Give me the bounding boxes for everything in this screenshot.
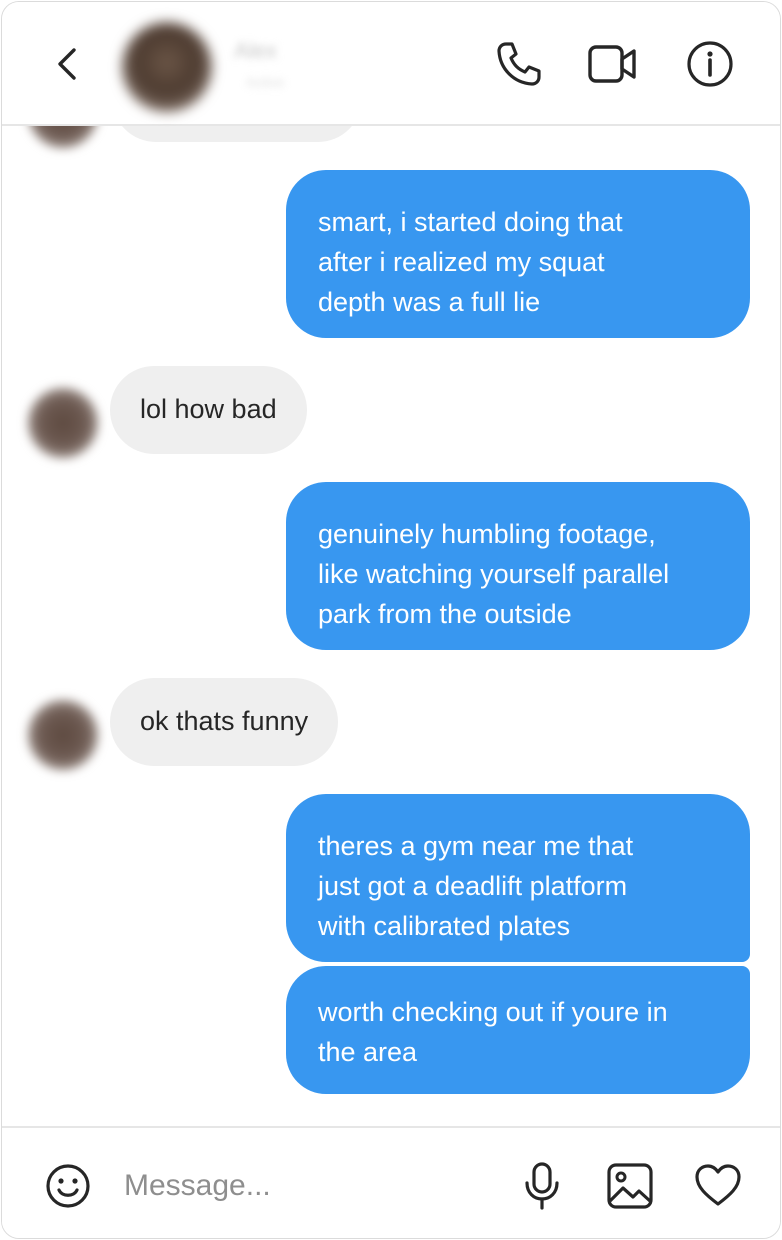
back-button[interactable]: [48, 42, 88, 86]
outgoing-message-bubble[interactable]: theres a gym near me that just got a dea…: [286, 794, 750, 962]
phone-icon: [497, 42, 541, 86]
image-icon: [607, 1163, 653, 1209]
chat-header: Alex Active: [2, 2, 780, 126]
message-input[interactable]: [124, 1164, 484, 1208]
contact-avatar[interactable]: [122, 22, 212, 112]
info-button[interactable]: [684, 38, 736, 90]
message-thread[interactable]: smart, i started doing that after i real…: [2, 126, 780, 1126]
contact-avatar: [28, 700, 98, 770]
contact-status: Active: [246, 74, 285, 90]
contact-avatar: [28, 388, 98, 458]
video-call-button[interactable]: [586, 38, 638, 90]
heart-icon: [695, 1164, 741, 1206]
outgoing-message-bubble[interactable]: smart, i started doing that after i real…: [286, 170, 750, 338]
chevron-left-icon: [58, 48, 76, 80]
emoji-icon: [46, 1164, 90, 1208]
microphone-icon: [525, 1162, 559, 1210]
emoji-button[interactable]: [42, 1160, 94, 1212]
chat-window: Alex Active smart, i started doing that: [1, 1, 781, 1239]
incoming-message-bubble[interactable]: lol how bad: [110, 366, 307, 454]
outgoing-message-bubble[interactable]: worth checking out if youre in the area: [286, 966, 750, 1094]
incoming-message-bubble[interactable]: ok thats funny: [110, 678, 339, 766]
contact-name[interactable]: Alex: [234, 38, 304, 63]
add-photo-button[interactable]: [604, 1160, 656, 1212]
like-button[interactable]: [692, 1160, 744, 1212]
voice-message-button[interactable]: [516, 1160, 568, 1212]
info-icon: [687, 41, 733, 87]
message-composer: [2, 1126, 780, 1238]
incoming-message-bubble: [112, 126, 362, 142]
audio-call-button[interactable]: [492, 38, 544, 90]
video-camera-icon: [588, 45, 636, 83]
contact-avatar: [28, 126, 98, 148]
outgoing-message-bubble[interactable]: genuinely humbling footage, like watchin…: [286, 482, 750, 650]
